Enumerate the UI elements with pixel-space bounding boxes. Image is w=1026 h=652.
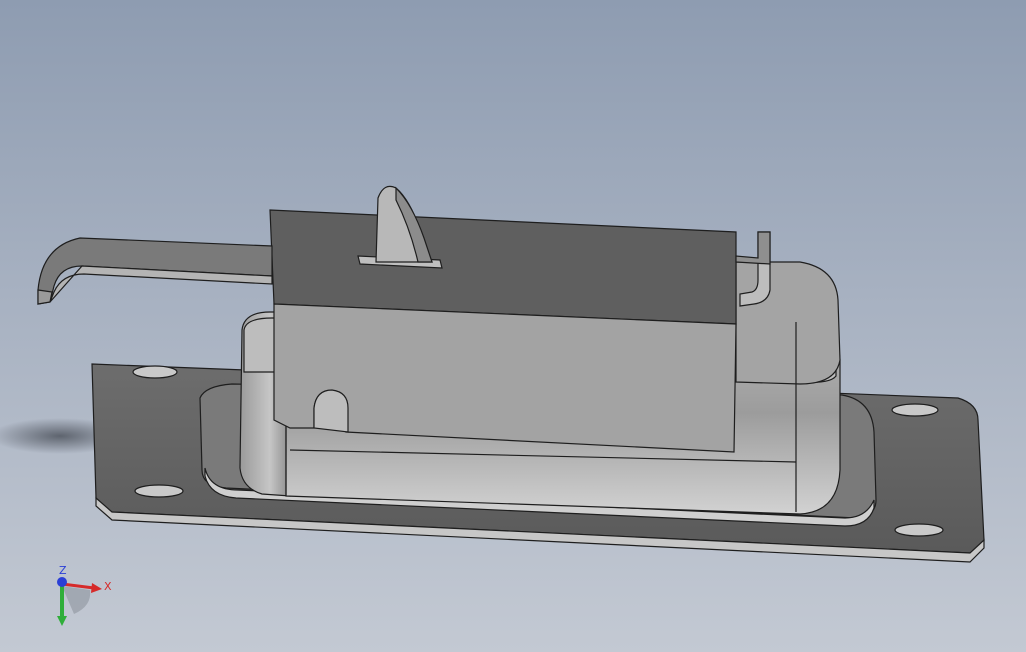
graphics-viewport[interactable]: X Z — [0, 0, 1026, 652]
x-axis-head — [91, 583, 102, 593]
lever-arm[interactable] — [37, 237, 273, 305]
z-axis-label: Z — [59, 564, 67, 577]
y-axis-head — [57, 616, 67, 626]
x-axis-label: X — [104, 580, 112, 593]
triad-shadow — [62, 586, 91, 614]
pivot-pin — [313, 389, 349, 433]
mounting-hole — [894, 523, 944, 537]
z-axis-dot — [57, 577, 67, 587]
latch-3d-model[interactable] — [0, 0, 1026, 652]
top-cover[interactable] — [269, 209, 737, 453]
view-orientation-triad[interactable]: X Z — [40, 562, 130, 632]
mounting-hole — [132, 365, 178, 379]
mounting-hole — [134, 484, 184, 498]
mounting-hole — [891, 403, 939, 417]
